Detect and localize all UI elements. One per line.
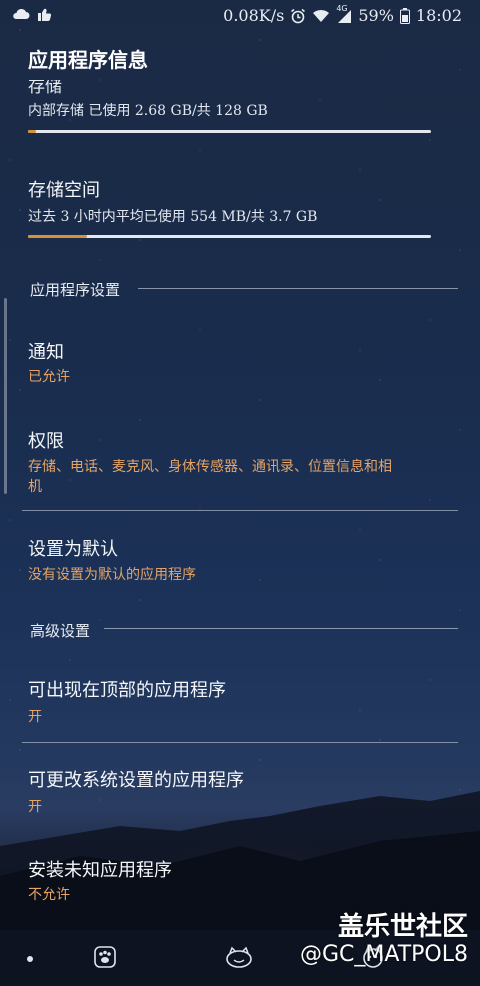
divider <box>22 742 458 743</box>
section-app-settings: 应用程序设置 <box>30 281 121 299</box>
install-unknown-apps-value: 不允许 <box>28 887 70 903</box>
storage-progress-fill <box>28 130 37 133</box>
divider <box>22 510 458 511</box>
watermark-title: 盖乐世社区 <box>337 912 468 942</box>
modify-system-settings-value: 开 <box>28 799 42 815</box>
storage-space-title: 存储空间 <box>28 180 100 201</box>
display-on-top-title: 可出现在顶部的应用程序 <box>28 680 226 701</box>
signal-group: 4G <box>336 4 352 24</box>
set-default-title: 设置为默认 <box>28 539 118 560</box>
nav-dot-icon[interactable] <box>27 956 33 962</box>
modify-system-settings-title: 可更改系统设置的应用程序 <box>28 770 244 791</box>
storage-title-clipped: 存储 <box>28 80 62 94</box>
permissions-value-line1: 存储、电话、麦克风、身体传感器、通讯录、位置信息和相 <box>28 459 392 475</box>
wifi-icon <box>313 9 330 22</box>
storage-subtitle: 内部存储 已使用 2.68 GB/共 128 GB <box>28 103 268 119</box>
status-right: 0.08K/s 4G 59% 18:02 <box>223 4 462 26</box>
storage-space-progress-fill <box>28 235 87 238</box>
storage-title: 存储 <box>28 80 62 94</box>
storage-space-subtitle: 过去 3 小时内平均已使用 554 MB/共 3.7 GB <box>28 209 318 225</box>
storage-progress-bar <box>28 130 431 133</box>
battery-icon <box>399 7 410 24</box>
section-advanced: 高级设置 <box>30 622 91 640</box>
alarm-icon <box>291 8 306 23</box>
status-left <box>12 6 52 22</box>
watermark-handle: @GC_MATPOL8 <box>299 942 468 967</box>
permissions-value-line2: 机 <box>28 479 42 495</box>
home-cat-icon[interactable] <box>224 944 254 970</box>
notifications-value: 已允许 <box>28 369 70 385</box>
recents-paw-icon[interactable] <box>92 944 118 970</box>
status-bar: 0.08K/s 4G 59% 18:02 <box>0 0 480 32</box>
clock: 18:02 <box>415 6 462 25</box>
signal-icon <box>338 9 352 23</box>
page-title: 应用程序信息 <box>28 48 148 72</box>
storage-space-progress-bar <box>28 235 431 238</box>
cloud-icon <box>13 8 30 19</box>
scrollbar[interactable] <box>4 298 7 494</box>
thumb-up-icon <box>38 8 52 22</box>
install-unknown-apps-title: 安装未知应用程序 <box>28 860 172 881</box>
app-info-screen: 0.08K/s 4G 59% 18:02 应用程序信息 存储 内部存储 已使用 … <box>0 0 480 986</box>
network-speed: 0.08K/s <box>223 6 285 25</box>
display-on-top-value: 开 <box>28 709 42 725</box>
notifications-title: 通知 <box>28 342 64 363</box>
battery-percent: 59% <box>358 6 394 25</box>
permissions-title: 权限 <box>28 431 64 452</box>
section-advanced-line <box>104 628 458 629</box>
set-default-value: 没有设置为默认的应用程序 <box>28 567 196 583</box>
section-app-settings-line <box>138 288 458 289</box>
